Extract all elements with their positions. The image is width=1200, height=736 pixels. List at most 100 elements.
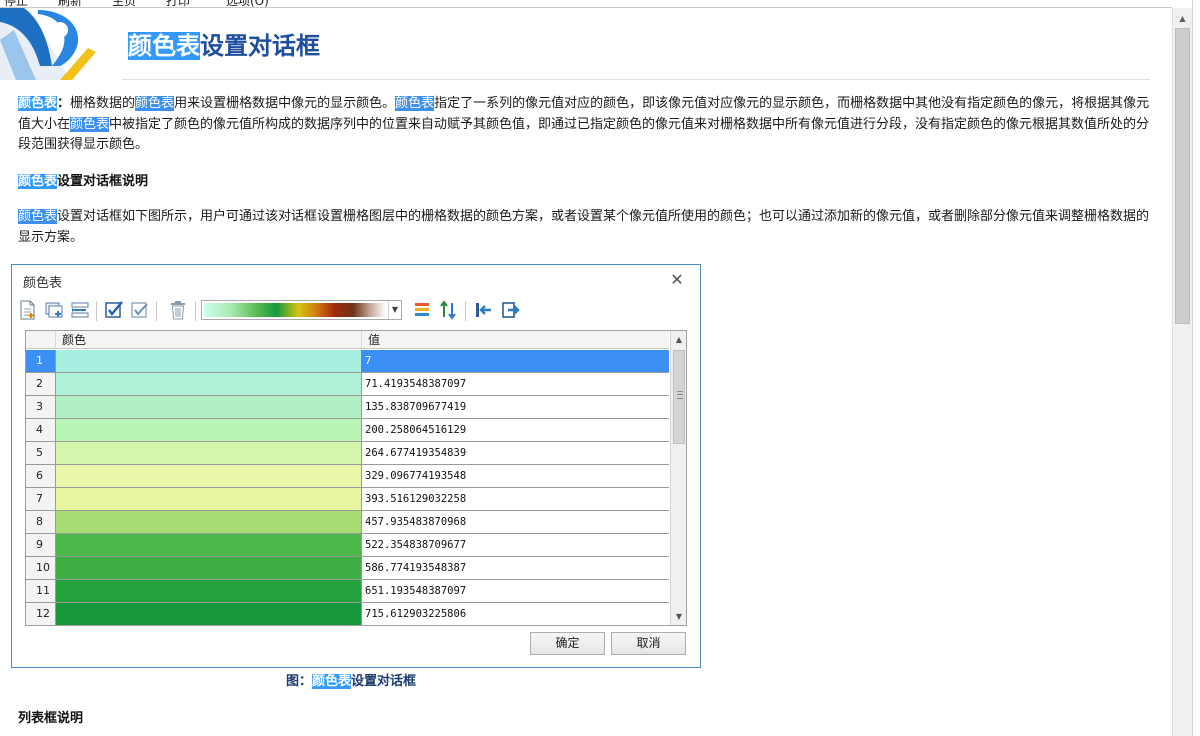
color-swatch-cell[interactable] xyxy=(56,396,362,418)
row-number[interactable]: 7 xyxy=(26,488,56,510)
grip-icon xyxy=(677,391,683,399)
color-swatch-cell[interactable] xyxy=(56,419,362,441)
color-scheme-icon[interactable] xyxy=(410,298,434,322)
toolbar-print[interactable]: 打印 xyxy=(166,0,190,7)
chevron-down-icon[interactable]: ▼ xyxy=(388,301,401,319)
table-row[interactable]: 4 200.258064516129 xyxy=(26,419,669,442)
value-cell[interactable]: 651.193548387097 xyxy=(362,580,669,602)
intro-term-2: 颜色表 xyxy=(135,96,175,111)
row-number[interactable]: 2 xyxy=(26,373,56,395)
color-swatch-cell[interactable] xyxy=(56,534,362,556)
dialog-titlebar: 颜色表 ✕ xyxy=(12,265,700,295)
color-swatch-cell[interactable] xyxy=(56,488,362,510)
table-row[interactable]: 5 264.677419354839 xyxy=(26,442,669,465)
color-ramp-select[interactable]: ▼ xyxy=(201,300,402,320)
import-color-table-icon[interactable] xyxy=(472,298,496,322)
value-cell[interactable]: 522.354838709677 xyxy=(362,534,669,556)
page-scroll-thumb[interactable] xyxy=(1175,28,1190,324)
value-cell[interactable]: 393.516129032258 xyxy=(362,488,669,510)
help-viewer-toolbar: 停止 刷新 主页 打印 选项(O) xyxy=(0,0,1172,8)
table-row[interactable]: 8 457.935483870968 xyxy=(26,511,669,534)
row-number[interactable]: 10 xyxy=(26,557,56,579)
select-all-icon[interactable] xyxy=(102,298,126,322)
scroll-up-icon[interactable]: ▲ xyxy=(671,331,686,348)
row-number[interactable]: 1 xyxy=(26,350,56,372)
color-ramp-preview xyxy=(204,303,386,317)
table-row[interactable]: 12 715.612903225806 xyxy=(26,603,669,625)
delete-icon[interactable] xyxy=(166,298,190,322)
grid-scroll-thumb[interactable] xyxy=(673,350,685,444)
intro-text-2: 用来设置栅格数据中像元的显示颜色。 xyxy=(174,96,396,111)
cancel-button[interactable]: 取消 xyxy=(611,632,686,655)
value-cell[interactable]: 586.774193548387 xyxy=(362,557,669,579)
value-cell[interactable]: 135.838709677419 xyxy=(362,396,669,418)
toolbar-options[interactable]: 选项(O) xyxy=(226,0,269,7)
intro-term-3: 颜色表 xyxy=(395,96,435,111)
grid-header: 颜色 值 xyxy=(26,331,669,349)
color-swatch-cell[interactable] xyxy=(56,465,362,487)
table-row[interactable]: 3 135.838709677419 xyxy=(26,396,669,419)
table-row[interactable]: 11 651.193548387097 xyxy=(26,580,669,603)
row-number[interactable]: 5 xyxy=(26,442,56,464)
value-cell[interactable]: 71.4193548387097 xyxy=(362,373,669,395)
row-number[interactable]: 3 xyxy=(26,396,56,418)
row-number[interactable]: 4 xyxy=(26,419,56,441)
invert-selection-icon[interactable] xyxy=(128,298,152,322)
table-row[interactable]: 17 xyxy=(26,350,669,373)
figure-caption: 图：颜色表设置对话框 xyxy=(286,672,416,692)
color-swatch-cell[interactable] xyxy=(56,603,362,625)
color-swatch-cell[interactable] xyxy=(56,580,362,602)
new-file-icon[interactable] xyxy=(16,298,40,322)
caption-rest: 设置对话框 xyxy=(351,674,417,689)
color-swatch-cell[interactable] xyxy=(56,442,362,464)
section-heading-rest: 设置对话框说明 xyxy=(57,174,149,189)
section-heading-list-description: 列表框说明 xyxy=(18,711,84,726)
table-row[interactable]: 2 71.4193548387097 xyxy=(26,373,669,396)
table-row[interactable]: 7 393.516129032258 xyxy=(26,488,669,511)
row-number[interactable]: 9 xyxy=(26,534,56,556)
insert-row-icon[interactable] xyxy=(68,298,92,322)
value-cell[interactable]: 329.096774193548 xyxy=(362,465,669,487)
color-swatch-cell[interactable] xyxy=(56,373,362,395)
page-scroll-up-icon[interactable]: ▲ xyxy=(1173,10,1192,27)
table-row[interactable]: 10 586.774193548387 xyxy=(26,557,669,580)
page-scrollbar[interactable]: ▲ xyxy=(1172,8,1192,736)
row-number[interactable]: 6 xyxy=(26,465,56,487)
color-table-dialog: 颜色表 ✕ ▼ 颜色 值 1 7 2 71.4193548387097 3 13… xyxy=(11,264,701,668)
color-swatch-cell[interactable] xyxy=(56,557,362,579)
row-number[interactable]: 12 xyxy=(26,603,56,625)
scroll-down-icon[interactable]: ▼ xyxy=(671,608,686,625)
export-color-table-icon[interactable] xyxy=(498,298,522,322)
table-row[interactable]: 9 522.354838709677 xyxy=(26,534,669,557)
header-divider xyxy=(122,79,1150,80)
dialog-toolbar: ▼ xyxy=(16,298,696,324)
section-heading-dialog-description: 颜色表设置对话框说明 xyxy=(18,172,148,192)
value-cell[interactable]: 264.677419354839 xyxy=(362,442,669,464)
color-swatch-cell[interactable] xyxy=(56,511,362,533)
grid-header-color[interactable]: 颜色 xyxy=(56,331,362,349)
page-title: 颜色表设置对话框 xyxy=(128,30,320,62)
grid-scrollbar[interactable]: ▲ ▼ xyxy=(670,331,686,625)
color-table-grid[interactable]: 颜色 值 1 7 2 71.4193548387097 3 135.83870967741… xyxy=(25,330,687,626)
sort-icon[interactable] xyxy=(436,298,460,322)
import-icon[interactable] xyxy=(42,298,66,322)
value-cell[interactable]: 200.258064516129 xyxy=(362,419,669,441)
toolbar-separator xyxy=(195,301,196,321)
value-cell[interactable]: 715.612903225806 xyxy=(362,603,669,625)
ok-button[interactable]: 确定 xyxy=(530,632,605,655)
description-term: 颜色表 xyxy=(18,209,58,224)
intro-text-1: 栅格数据的 xyxy=(70,96,136,111)
close-icon[interactable]: ✕ xyxy=(666,269,688,291)
product-logo xyxy=(0,0,130,80)
toolbar-separator xyxy=(96,301,97,321)
toolbar-separator xyxy=(156,301,157,321)
value-cell[interactable]: 7 xyxy=(362,350,669,372)
row-number[interactable]: 8 xyxy=(26,511,56,533)
toolbar-separator xyxy=(465,301,466,321)
grid-header-value[interactable]: 值 xyxy=(362,331,669,349)
value-cell[interactable]: 457.935483870968 xyxy=(362,511,669,533)
table-row[interactable]: 6 329.096774193548 xyxy=(26,465,669,488)
row-number[interactable]: 11 xyxy=(26,580,56,602)
intro-term-4: 颜色表 xyxy=(70,116,110,132)
color-swatch-cell[interactable] xyxy=(56,350,362,372)
